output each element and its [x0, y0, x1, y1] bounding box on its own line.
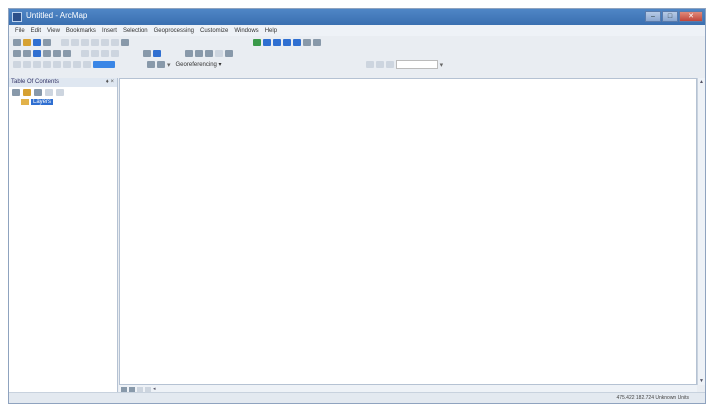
search-window-icon[interactable] [283, 39, 291, 46]
forward-extent-icon[interactable] [91, 50, 99, 57]
list-by-selection-icon[interactable] [45, 88, 53, 96]
layer-selector-highlight[interactable] [93, 61, 115, 68]
new-document-icon[interactable] [13, 39, 21, 46]
menu-selection[interactable]: Selection [123, 28, 148, 34]
list-by-source-icon[interactable] [23, 88, 31, 96]
toolbar-overflow-icon[interactable]: ▾ [440, 61, 444, 69]
arcmap-window: Untitled - ArcMap – □ ✕ File Edit View B… [8, 8, 706, 404]
window-title: Untitled - ArcMap [26, 11, 88, 20]
pan-icon[interactable] [33, 50, 41, 57]
layers-icon [21, 99, 29, 105]
copy-icon[interactable] [71, 39, 79, 46]
print-icon[interactable] [43, 39, 51, 46]
title-bar: Untitled - ArcMap – □ ✕ [9, 9, 705, 25]
toolbar-options-icon[interactable]: ▾ [167, 61, 171, 69]
rotate-icon[interactable] [53, 61, 61, 68]
layout-view-icon[interactable] [129, 386, 135, 392]
arctoolbox-icon[interactable] [293, 39, 301, 46]
scroll-down-icon[interactable]: ▼ [698, 378, 705, 384]
shift-tool-icon[interactable] [375, 61, 384, 68]
georeferencing-toolbar: ▾ Georeferencing ▾ ▾ [9, 59, 705, 70]
hyperlink-icon[interactable] [205, 50, 213, 57]
add-data-icon[interactable] [121, 39, 129, 46]
layers-label[interactable]: Layers [31, 99, 54, 105]
tools-toolbar [9, 48, 705, 59]
clear-selection-icon[interactable] [111, 50, 119, 57]
status-bar: 475.422 182.724 Unknown Units [9, 392, 705, 403]
window-controls: – □ ✕ [645, 11, 703, 22]
pause-drawing-icon[interactable] [145, 386, 151, 392]
menu-file[interactable]: File [15, 28, 25, 34]
georef-view-link-table-icon[interactable] [157, 61, 165, 68]
catalog-window-icon[interactable] [273, 39, 281, 46]
save-icon[interactable] [33, 39, 41, 46]
table-of-contents-icon[interactable] [263, 39, 271, 46]
edit-vertices-icon[interactable] [13, 61, 21, 68]
toc-pin-close[interactable]: ♦ × [106, 78, 114, 87]
zoom-out-icon[interactable] [23, 50, 31, 57]
measure-icon[interactable] [195, 50, 203, 57]
standard-toolbar [9, 37, 705, 48]
menu-insert[interactable]: Insert [102, 28, 117, 34]
menu-bar: File Edit View Bookmarks Insert Selectio… [9, 25, 705, 36]
menu-help[interactable]: Help [265, 28, 277, 34]
scroll-up-icon[interactable]: ▲ [698, 79, 705, 85]
toc-toolbar [9, 87, 117, 97]
zoom-in-icon[interactable] [13, 50, 21, 57]
attributes-icon[interactable] [63, 61, 71, 68]
delete-icon[interactable] [91, 39, 99, 46]
menu-edit[interactable]: Edit [31, 28, 41, 34]
map-view[interactable] [119, 78, 697, 385]
layers-row[interactable]: Layers [9, 97, 117, 107]
data-view-icon[interactable] [121, 386, 127, 392]
select-elements-icon[interactable] [143, 50, 151, 57]
identify-icon[interactable] [153, 50, 161, 57]
scale-tool-icon[interactable] [385, 61, 394, 68]
rotate-tool-icon[interactable] [365, 61, 374, 68]
georeferencing-menu[interactable]: Georeferencing ▾ [176, 61, 222, 68]
model-builder-icon[interactable] [313, 39, 321, 46]
menu-geoprocessing[interactable]: Geoprocessing [154, 28, 194, 34]
menu-bookmarks[interactable]: Bookmarks [66, 28, 96, 34]
georef-add-control-points-icon[interactable] [147, 61, 155, 68]
back-extent-icon[interactable] [81, 50, 89, 57]
minimize-button[interactable]: – [645, 11, 661, 22]
redo-icon[interactable] [111, 39, 119, 46]
find-icon[interactable] [185, 50, 193, 57]
list-by-drawing-order-icon[interactable] [12, 88, 20, 96]
select-features-icon[interactable] [101, 50, 109, 57]
editor-toolbar-icon[interactable] [253, 39, 261, 46]
table-of-contents-panel: Table Of Contents ♦ × Layers [9, 78, 118, 393]
list-by-visibility-icon[interactable] [34, 88, 42, 96]
open-folder-icon[interactable] [23, 39, 31, 46]
menu-windows[interactable]: Windows [234, 28, 258, 34]
arcmap-app-icon [12, 12, 22, 22]
toc-title: Table Of Contents [11, 79, 60, 85]
layer-combo-box[interactable] [395, 60, 438, 69]
reshape-icon[interactable] [23, 61, 31, 68]
toc-header: Table Of Contents ♦ × [9, 78, 117, 87]
fixed-zoom-out-icon[interactable] [63, 50, 71, 57]
menu-view[interactable]: View [47, 28, 60, 34]
undo-icon[interactable] [101, 39, 109, 46]
full-extent-icon[interactable] [43, 50, 51, 57]
coordinates-readout: 475.422 182.724 Unknown Units [616, 395, 689, 401]
paste-icon[interactable] [81, 39, 89, 46]
menu-customize[interactable]: Customize [200, 28, 228, 34]
fixed-zoom-in-icon[interactable] [53, 50, 61, 57]
sketch-properties-icon[interactable] [73, 61, 81, 68]
cut-polygons-icon[interactable] [33, 61, 41, 68]
refresh-icon[interactable] [137, 386, 143, 392]
split-icon[interactable] [43, 61, 51, 68]
cut-icon[interactable] [61, 39, 69, 46]
maximize-button[interactable]: □ [662, 11, 678, 22]
time-slider-icon[interactable] [225, 50, 233, 57]
html-popup-icon[interactable] [215, 50, 223, 57]
create-features-icon[interactable] [83, 61, 91, 68]
toc-options-icon[interactable] [56, 88, 64, 96]
python-window-icon[interactable] [303, 39, 311, 46]
vertical-scrollbar[interactable]: ▲ ▼ [697, 78, 705, 385]
close-button[interactable]: ✕ [679, 11, 703, 22]
